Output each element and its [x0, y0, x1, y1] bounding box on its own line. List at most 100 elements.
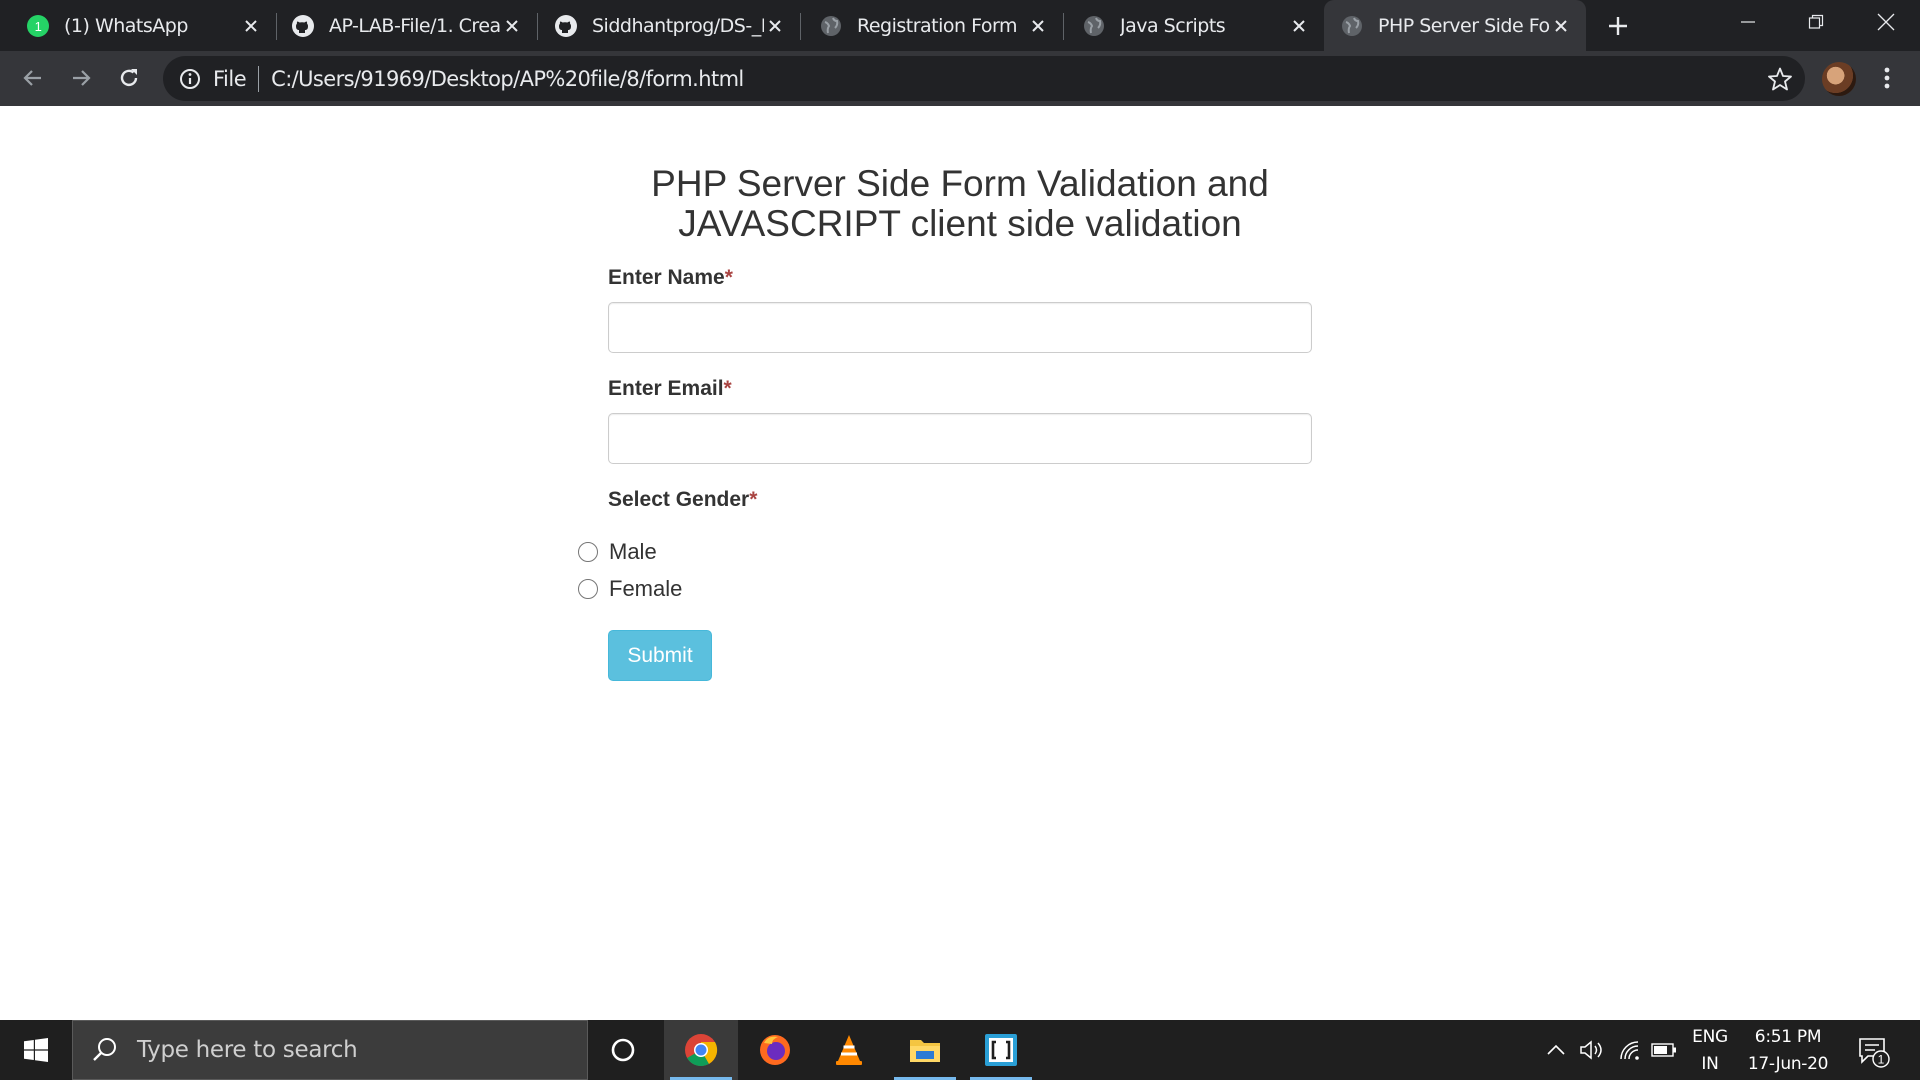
- close-window-button[interactable]: [1852, 0, 1920, 44]
- globe-icon: [1084, 15, 1104, 36]
- male-radio[interactable]: [578, 542, 598, 562]
- browser-toolbar: File C:/Users/91969/Desktop/AP%20file/8/…: [0, 51, 1920, 106]
- volume-button[interactable]: [1578, 1036, 1606, 1064]
- show-hidden-icons[interactable]: [1542, 1036, 1570, 1064]
- close-tab-icon[interactable]: [764, 15, 786, 37]
- network-button[interactable]: [1616, 1036, 1644, 1064]
- tab-title: (1) WhatsApp: [64, 14, 188, 37]
- male-label: Male: [609, 539, 657, 564]
- close-tab-icon[interactable]: [1550, 15, 1572, 37]
- site-scheme-label: File: [213, 66, 247, 91]
- minimize-button[interactable]: [1714, 0, 1782, 44]
- taskbar-file-explorer[interactable]: [888, 1020, 962, 1080]
- close-tab-icon[interactable]: [501, 15, 523, 37]
- globe-icon: [821, 15, 841, 36]
- name-input[interactable]: [608, 302, 1312, 353]
- new-tab-button[interactable]: [1602, 10, 1634, 42]
- address-bar[interactable]: File C:/Users/91969/Desktop/AP%20file/8/…: [163, 56, 1805, 101]
- more-vert-icon: [1884, 67, 1890, 89]
- whatsapp-badge: 1: [35, 19, 42, 34]
- validation-form: PHP Server Side Form Validation and JAVA…: [578, 164, 1312, 681]
- tab-title: Java Scripts: [1120, 14, 1226, 37]
- clock-time[interactable]: 6:51 PM: [1742, 1027, 1834, 1047]
- name-label: Enter Name*: [608, 266, 733, 289]
- title-line-1: PHP Server Side Form Validation and: [651, 163, 1269, 204]
- chrome-icon: [685, 1034, 718, 1067]
- language-bottom[interactable]: IN: [1686, 1054, 1734, 1074]
- info-icon[interactable]: [179, 68, 201, 90]
- back-button[interactable]: [14, 59, 52, 97]
- cortana-button[interactable]: [586, 1020, 660, 1080]
- gender-group: Select Gender*: [608, 488, 757, 512]
- vlc-icon: [836, 1035, 862, 1065]
- tab-whatsapp[interactable]: 1 (1) WhatsApp: [0, 0, 276, 51]
- search-icon: [93, 1038, 116, 1061]
- forward-arrow-icon: [73, 70, 91, 86]
- gender-option-male[interactable]: Male: [578, 539, 657, 565]
- github-icon: [292, 14, 314, 37]
- battery-icon: [1651, 1043, 1676, 1057]
- speaker-icon: [1580, 1040, 1602, 1060]
- bookmark-star-icon[interactable]: [1767, 66, 1793, 92]
- close-icon: [1877, 13, 1895, 31]
- action-center-button[interactable]: 1: [1856, 1034, 1890, 1068]
- notification-icon: 1: [1859, 1038, 1890, 1068]
- tab-title: PHP Server Side Forn: [1378, 14, 1550, 37]
- close-tab-icon[interactable]: [240, 15, 262, 37]
- tab-siddhantprog[interactable]: Siddhantprog/DS-_La: [538, 0, 800, 51]
- taskbar-chrome[interactable]: [664, 1020, 738, 1080]
- name-group: Enter Name*: [608, 266, 1312, 353]
- close-tab-icon[interactable]: [1027, 15, 1049, 37]
- gender-option-female[interactable]: Female: [578, 576, 682, 602]
- tab-title: Registration Form: [857, 14, 1017, 37]
- battery-button[interactable]: [1650, 1036, 1678, 1064]
- windows-logo-icon: [24, 1038, 48, 1062]
- email-group: Enter Email*: [608, 377, 1312, 464]
- tab-php-server-side-form[interactable]: PHP Server Side Forn: [1324, 0, 1586, 51]
- restore-icon: [1808, 14, 1824, 29]
- page-title: PHP Server Side Form Validation and JAVA…: [608, 164, 1312, 244]
- taskbar-brackets[interactable]: [964, 1020, 1038, 1080]
- required-asterisk: *: [723, 377, 732, 400]
- url-text[interactable]: C:/Users/91969/Desktop/AP%20file/8/form.…: [271, 67, 744, 91]
- tab-title: Siddhantprog/DS-_La: [592, 14, 764, 37]
- whatsapp-icon: 1: [27, 14, 49, 37]
- female-radio[interactable]: [578, 579, 598, 599]
- tab-registration-form[interactable]: Registration Form: [801, 0, 1063, 51]
- tab-java-scripts[interactable]: Java Scripts: [1064, 0, 1324, 51]
- windows-taskbar: Type here to search ENG IN 6:51 PM 17-Ju…: [0, 1020, 1920, 1080]
- female-label: Female: [609, 576, 683, 601]
- wifi-icon: [1620, 1041, 1639, 1060]
- start-button[interactable]: [0, 1020, 72, 1080]
- taskbar-search-box[interactable]: Type here to search: [72, 1020, 588, 1080]
- notification-count: 1: [1878, 1053, 1885, 1067]
- browser-tab-strip: 1 (1) WhatsApp AP-LAB-File/1. Creati Sid…: [0, 0, 1920, 51]
- folder-icon: [910, 1040, 940, 1062]
- browser-menu-button[interactable]: [1874, 63, 1900, 93]
- taskbar-firefox[interactable]: [738, 1020, 812, 1080]
- email-label: Enter Email*: [608, 377, 732, 400]
- submit-button[interactable]: Submit: [608, 630, 712, 681]
- plus-icon: [1609, 17, 1627, 35]
- reload-icon: [120, 69, 138, 87]
- required-asterisk: *: [724, 266, 733, 289]
- github-icon: [555, 14, 577, 37]
- profile-avatar[interactable]: [1822, 62, 1856, 96]
- email-input[interactable]: [608, 413, 1312, 464]
- restore-button[interactable]: [1782, 0, 1850, 44]
- language-top[interactable]: ENG: [1686, 1027, 1734, 1047]
- back-arrow-icon: [23, 70, 41, 86]
- globe-icon: [1342, 15, 1362, 36]
- cortana-icon: [611, 1038, 635, 1062]
- gender-label: Select Gender*: [608, 488, 758, 511]
- clock-date[interactable]: 17-Jun-20: [1742, 1054, 1834, 1074]
- reload-button[interactable]: [110, 59, 148, 97]
- tab-ap-lab-file[interactable]: AP-LAB-File/1. Creati: [277, 0, 537, 51]
- close-tab-icon[interactable]: [1288, 15, 1310, 37]
- forward-button[interactable]: [62, 59, 100, 97]
- firefox-icon: [760, 1035, 790, 1065]
- brackets-editor-icon: [985, 1034, 1017, 1066]
- minimize-icon: [1741, 21, 1755, 23]
- tab-title: AP-LAB-File/1. Creati: [329, 14, 501, 37]
- taskbar-vlc[interactable]: [812, 1020, 886, 1080]
